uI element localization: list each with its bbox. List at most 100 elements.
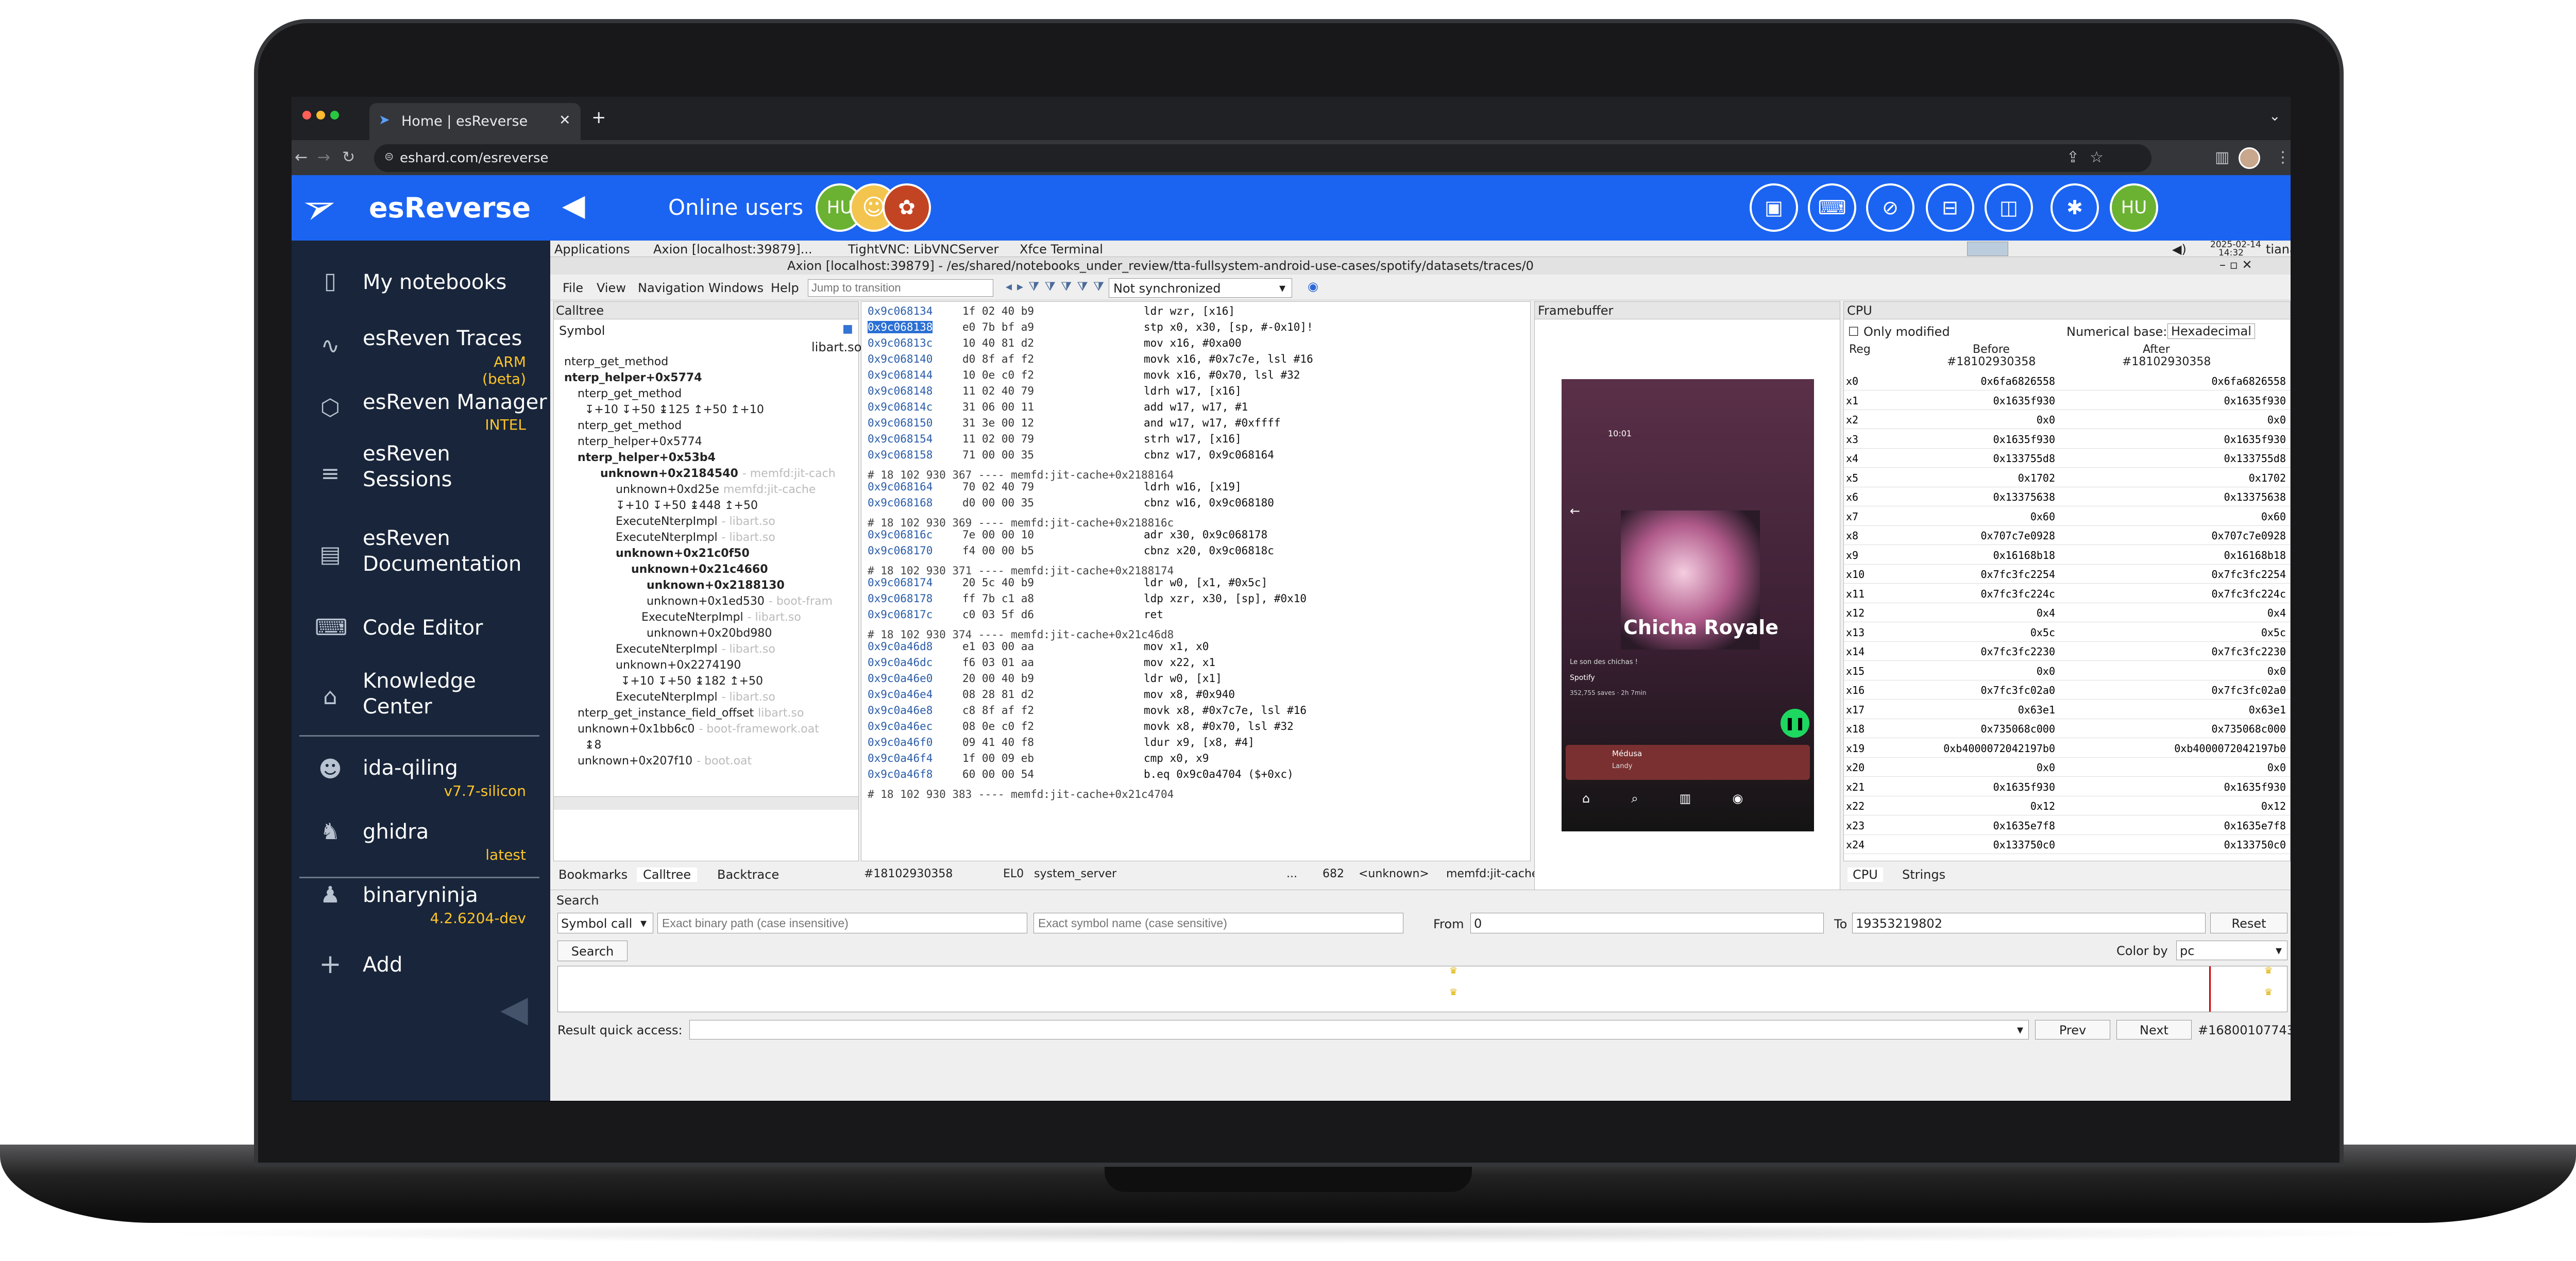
transition-header[interactable]: # 18 102 930 383 ---- memfd:jit-cache+0x… bbox=[868, 788, 1174, 800]
next-button[interactable]: Next bbox=[2116, 1020, 2192, 1040]
timeline-cursor[interactable] bbox=[2209, 966, 2211, 1012]
register-row[interactable]: x6 0x13375638 0x13375638 bbox=[1844, 488, 2290, 506]
profile-avatar[interactable] bbox=[2239, 147, 2260, 169]
calltree-row[interactable]: nterp_helper+0x5774 bbox=[578, 435, 706, 448]
maximize-window-dot[interactable] bbox=[330, 111, 339, 120]
calltree-row[interactable]: unknown+0xd25e memfd:jit-cache bbox=[616, 483, 816, 496]
tab-search-icon[interactable]: ⌄ bbox=[2269, 108, 2281, 124]
instruction-address[interactable]: 0x9c068154 bbox=[868, 433, 933, 445]
applications-menu[interactable]: Applications bbox=[554, 242, 630, 257]
sidebar-item-notebooks[interactable]: My notebooks bbox=[363, 270, 506, 294]
register-row[interactable]: x10 0x7fc3fc2254 0x7fc3fc2254 bbox=[1844, 565, 2290, 584]
new-tab-icon[interactable]: + bbox=[591, 107, 606, 128]
instruction-address[interactable]: 0x9c068164 bbox=[868, 481, 933, 493]
search-mode-select[interactable]: Symbol call ▾ bbox=[557, 913, 653, 933]
collapse-sidebar-icon[interactable]: ◀ bbox=[562, 188, 585, 223]
collapse-arrow-icon[interactable]: ◀ bbox=[500, 987, 528, 1030]
instruction-address[interactable]: 0x9c068174 bbox=[868, 576, 933, 589]
horizontal-scrollbar[interactable] bbox=[554, 796, 858, 810]
binary-path-input[interactable] bbox=[657, 913, 1027, 933]
only-modified-checkbox[interactable]: ☐ bbox=[1848, 325, 1859, 339]
calltree-row[interactable]: nterp_get_method bbox=[564, 355, 672, 368]
register-row[interactable]: x2 0x0 0x0 bbox=[1844, 411, 2290, 429]
instruction-address[interactable]: 0x9c0a46ec bbox=[868, 720, 933, 732]
bookmark-star-icon[interactable]: ☆ bbox=[2090, 148, 2104, 166]
calltree-row[interactable]: unknown+0x2274190 bbox=[616, 659, 745, 672]
sidebar-item-esreven-traces[interactable]: esReven Traces bbox=[363, 327, 522, 350]
register-row[interactable]: x5 0x1702 0x1702 bbox=[1844, 469, 2290, 487]
reg-column-header[interactable]: Reg bbox=[1849, 343, 1871, 356]
instruction-address[interactable]: 0x9c0a46e0 bbox=[868, 672, 933, 685]
taskbar-tightvnc[interactable]: TightVNC: LibVNCServer bbox=[848, 242, 998, 257]
register-row[interactable]: x4 0x133755d8 0x133755d8 bbox=[1844, 449, 2290, 468]
taskbar-axion[interactable]: Axion [localhost:39879]... bbox=[653, 242, 831, 257]
register-row[interactable]: x7 0x60 0x60 bbox=[1844, 507, 2290, 526]
sidepanel-icon[interactable]: ▥ bbox=[2215, 148, 2229, 166]
notebooks-icon[interactable]: ▣ bbox=[1750, 183, 1798, 232]
register-row[interactable]: x1 0x1635f930 0x1635f930 bbox=[1844, 391, 2290, 410]
instruction-address[interactable]: 0x9c068140 bbox=[868, 353, 933, 365]
instruction-address[interactable]: 0x9c0a46f8 bbox=[868, 768, 933, 780]
instruction-address[interactable]: 0x9c068134 bbox=[868, 305, 933, 317]
tab-strings[interactable]: Strings bbox=[1902, 867, 1945, 882]
instruction-address[interactable]: 0x9c068168 bbox=[868, 497, 933, 509]
color-by-select[interactable]: pc ▾ bbox=[2176, 941, 2287, 960]
instruction-address[interactable]: 0x9c068150 bbox=[868, 417, 933, 429]
calltree-row[interactable]: nterp_get_method bbox=[578, 387, 686, 400]
minimize-window-dot[interactable] bbox=[316, 111, 325, 120]
lock-icon[interactable]: ■ bbox=[842, 322, 853, 335]
phone-nav-icons[interactable]: ⌂⌕▥◉ bbox=[1582, 791, 1784, 806]
forward-icon[interactable]: → bbox=[317, 148, 330, 166]
after-column-header[interactable]: After bbox=[2143, 343, 2170, 356]
register-row[interactable]: x15 0x0 0x0 bbox=[1844, 662, 2290, 680]
prev-button[interactable]: Prev bbox=[2035, 1020, 2110, 1040]
keyboard-icon[interactable]: ⌨ bbox=[1808, 183, 1856, 232]
sidebar-item-documentation[interactable]: esReven bbox=[363, 526, 450, 550]
register-row[interactable]: x23 0x1635e7f8 0x1635e7f8 bbox=[1844, 816, 2290, 835]
calltree-row[interactable]: ExecuteNterpImpl - libart.so bbox=[616, 515, 775, 528]
transition-header[interactable]: # 18 102 930 369 ---- memfd:jit-cache+0x… bbox=[868, 517, 1174, 529]
play-button[interactable]: ❚❚ bbox=[1781, 709, 1809, 738]
close-tab-icon[interactable]: ✕ bbox=[559, 112, 571, 128]
sidebar-item-binaryninja[interactable]: binaryninja bbox=[363, 883, 478, 907]
calltree-row[interactable]: nterp_helper+0x53b4 bbox=[578, 451, 720, 464]
result-select[interactable]: ▾ bbox=[689, 1020, 2029, 1040]
help-icon[interactable]: ◉ bbox=[1308, 279, 1318, 294]
tab-backtrace[interactable]: Backtrace bbox=[717, 867, 779, 882]
menu-view[interactable]: View bbox=[597, 281, 626, 295]
instruction-address[interactable]: 0x9c06817c bbox=[868, 608, 933, 621]
transition-header[interactable]: # 18 102 930 374 ---- memfd:jit-cache+0x… bbox=[868, 628, 1174, 641]
register-row[interactable]: x12 0x4 0x4 bbox=[1844, 604, 2290, 622]
back-icon[interactable]: ← bbox=[295, 148, 308, 166]
transition-header[interactable]: # 18 102 930 367 ---- memfd:jit-cache+0x… bbox=[868, 469, 1174, 481]
window-buttons-icon[interactable]: – ▫ ✕ bbox=[2219, 258, 2252, 272]
sidebar-item-ida-qiling[interactable]: ida-qiling bbox=[363, 756, 458, 780]
calltree-row[interactable]: unknown+0x1bb6c0 - boot-framework.oat bbox=[578, 723, 819, 736]
taskbar-terminal[interactable]: Xfce Terminal bbox=[1020, 242, 1103, 257]
volume-icon[interactable]: ◀) bbox=[2172, 242, 2187, 257]
jump-input[interactable] bbox=[808, 279, 993, 297]
site-info-icon[interactable]: ⊜ bbox=[384, 150, 394, 163]
calltree-row[interactable]: ↧+10 ↧+50 ↨182 ↥+50 bbox=[621, 675, 767, 688]
tab-calltree[interactable]: Calltree bbox=[637, 867, 698, 882]
instruction-address[interactable]: 0x9c0a46f0 bbox=[868, 736, 933, 748]
sidebar-item-ghidra[interactable]: ghidra bbox=[363, 820, 429, 844]
split-vertical-icon[interactable]: ◫ bbox=[1985, 183, 2033, 232]
menu-help[interactable]: Help bbox=[771, 281, 799, 295]
share-icon[interactable]: ⇪ bbox=[2066, 148, 2079, 166]
register-row[interactable]: x8 0x707c7e0928 0x707c7e0928 bbox=[1844, 526, 2290, 545]
sidebar-item-esreven-manager[interactable]: esReven Manager bbox=[363, 390, 547, 414]
menu-windows[interactable]: Windows bbox=[708, 281, 764, 295]
transition-header[interactable]: # 18 102 930 371 ---- memfd:jit-cache+0x… bbox=[868, 565, 1174, 577]
close-window-dot[interactable] bbox=[302, 111, 311, 120]
reset-button[interactable]: Reset bbox=[2210, 913, 2287, 933]
register-row[interactable]: x21 0x1635f930 0x1635f930 bbox=[1844, 778, 2290, 796]
register-row[interactable]: x22 0x12 0x12 bbox=[1844, 797, 2290, 815]
phone-screen[interactable]: 10:01 ← Chicha Royale Le son des chichas… bbox=[1562, 379, 1814, 831]
hide-panel-icon[interactable]: ⊘ bbox=[1866, 183, 1914, 232]
kebab-menu-icon[interactable]: ⋮ bbox=[2275, 148, 2291, 166]
instruction-address[interactable]: 0x9c0a46f4 bbox=[868, 752, 933, 764]
workspace-switcher[interactable] bbox=[1967, 242, 2008, 256]
menu-file[interactable]: File bbox=[563, 281, 583, 295]
menu-navigation[interactable]: Navigation bbox=[638, 281, 704, 295]
